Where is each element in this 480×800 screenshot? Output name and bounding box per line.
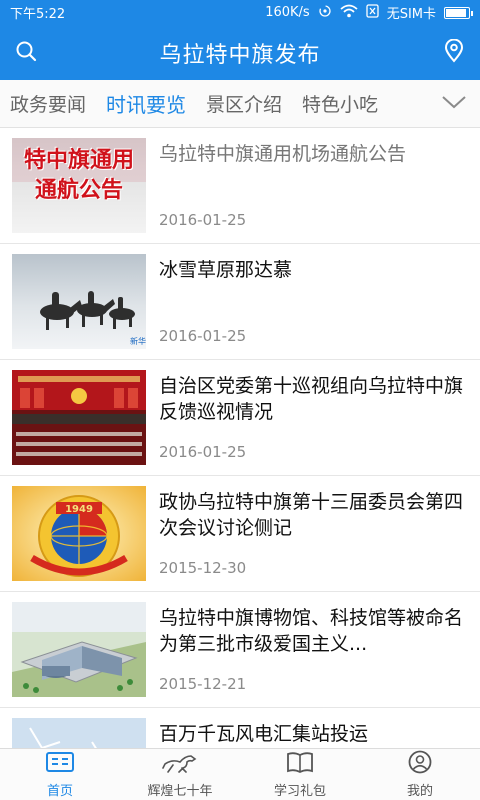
no-sim-icon: [366, 3, 379, 22]
news-date: 2015-12-30: [159, 559, 247, 577]
search-button[interactable]: [0, 25, 52, 80]
status-bar: 下午5:22 160K/s 无SIM卡: [0, 0, 480, 25]
tab-scenic[interactable]: 景区介绍: [196, 90, 292, 117]
nav-mine[interactable]: 我的: [360, 749, 480, 800]
thumbnail-text-line: 通航公告: [34, 178, 123, 203]
news-title: 乌拉特中旗博物馆、科技馆等被命名为第三批市级爱国主义...: [159, 607, 464, 655]
news-title: 乌拉特中旗通用机场通航公告: [159, 143, 407, 165]
news-home-icon: [45, 750, 75, 780]
news-thumbnail: [12, 370, 146, 465]
thumbnail-caption: 1949: [65, 504, 93, 515]
news-list: 特中旗通用 通航公告 乌拉特中旗通用机场通航公告 2016-01-25 新华 冰…: [0, 128, 480, 748]
nav-label: 辉煌七十年: [147, 784, 213, 799]
news-title: 冰雪草原那达慕: [159, 259, 293, 281]
battery-icon: [444, 6, 473, 19]
nav-seventy-years[interactable]: 辉煌七十年: [120, 749, 240, 800]
nav-home[interactable]: 首页: [0, 749, 120, 800]
app-header: 乌拉特中旗发布: [0, 25, 480, 80]
status-time: 下午5:22: [10, 7, 66, 22]
category-tabs: 政务要闻 时讯要览 景区介绍 特色小吃: [0, 80, 480, 128]
news-title: 政协乌拉特中旗第十三届委员会第四次会议讨论侧记: [159, 491, 464, 539]
wifi-icon: [340, 4, 358, 22]
news-item[interactable]: 百万千瓦风电汇集站投运: [0, 708, 480, 748]
book-icon: [285, 750, 315, 780]
bottom-nav: 首页 辉煌七十年 学习礼包 我的: [0, 748, 480, 800]
news-item[interactable]: 新华 冰雪草原那达慕 2016-01-25: [0, 244, 480, 360]
nav-label: 首页: [46, 784, 73, 799]
tabs-more-button[interactable]: [428, 80, 480, 127]
news-item[interactable]: 特中旗通用 通航公告 乌拉特中旗通用机场通航公告 2016-01-25: [0, 128, 480, 244]
tab-food[interactable]: 特色小吃: [292, 90, 388, 117]
thumbnail-caption: 新华: [130, 336, 146, 346]
news-item[interactable]: 自治区党委第十巡视组向乌拉特中旗反馈巡视情况 2016-01-25: [0, 360, 480, 476]
news-date: 2015-12-21: [159, 675, 247, 693]
news-date: 2016-01-25: [159, 443, 247, 461]
status-indicators: 160K/s 无SIM卡: [265, 3, 473, 22]
app-title: 乌拉特中旗发布: [159, 42, 321, 68]
nav-label: 我的: [406, 784, 433, 799]
search-icon: [15, 40, 37, 66]
location-pin-icon: [444, 38, 464, 67]
news-item[interactable]: 乌拉特中旗博物馆、科技馆等被命名为第三批市级爱国主义... 2015-12-21: [0, 592, 480, 708]
news-thumbnail: [12, 718, 146, 748]
news-date: 2016-01-25: [159, 211, 247, 229]
news-thumbnail: 1949: [12, 486, 146, 581]
thumbnail-text-line: 特中旗通用: [23, 148, 134, 173]
location-button[interactable]: [428, 25, 480, 80]
network-speed: 160K/s: [265, 5, 310, 20]
news-title: 百万千瓦风电汇集站投运: [159, 723, 369, 745]
news-thumbnail: 特中旗通用 通航公告: [12, 138, 146, 233]
news-item[interactable]: 1949 政协乌拉特中旗第十三届委员会第四次会议讨论侧记 2015-12-30: [0, 476, 480, 592]
news-title: 自治区党委第十巡视组向乌拉特中旗反馈巡视情况: [159, 375, 464, 423]
nav-label: 学习礼包: [273, 784, 326, 799]
battery-level: [446, 8, 466, 17]
tab-news[interactable]: 时讯要览: [96, 89, 196, 118]
news-date: 2016-01-25: [159, 327, 247, 345]
news-thumbnail: [12, 602, 146, 697]
nav-study[interactable]: 学习礼包: [240, 749, 360, 800]
sim-status: 无SIM卡: [386, 7, 436, 22]
horse-icon: [162, 750, 198, 780]
tab-politics[interactable]: 政务要闻: [0, 90, 96, 117]
user-icon: [407, 750, 433, 780]
hotspot-icon: [318, 4, 332, 22]
news-thumbnail: 新华: [12, 254, 146, 349]
chevron-down-icon: [441, 94, 467, 114]
